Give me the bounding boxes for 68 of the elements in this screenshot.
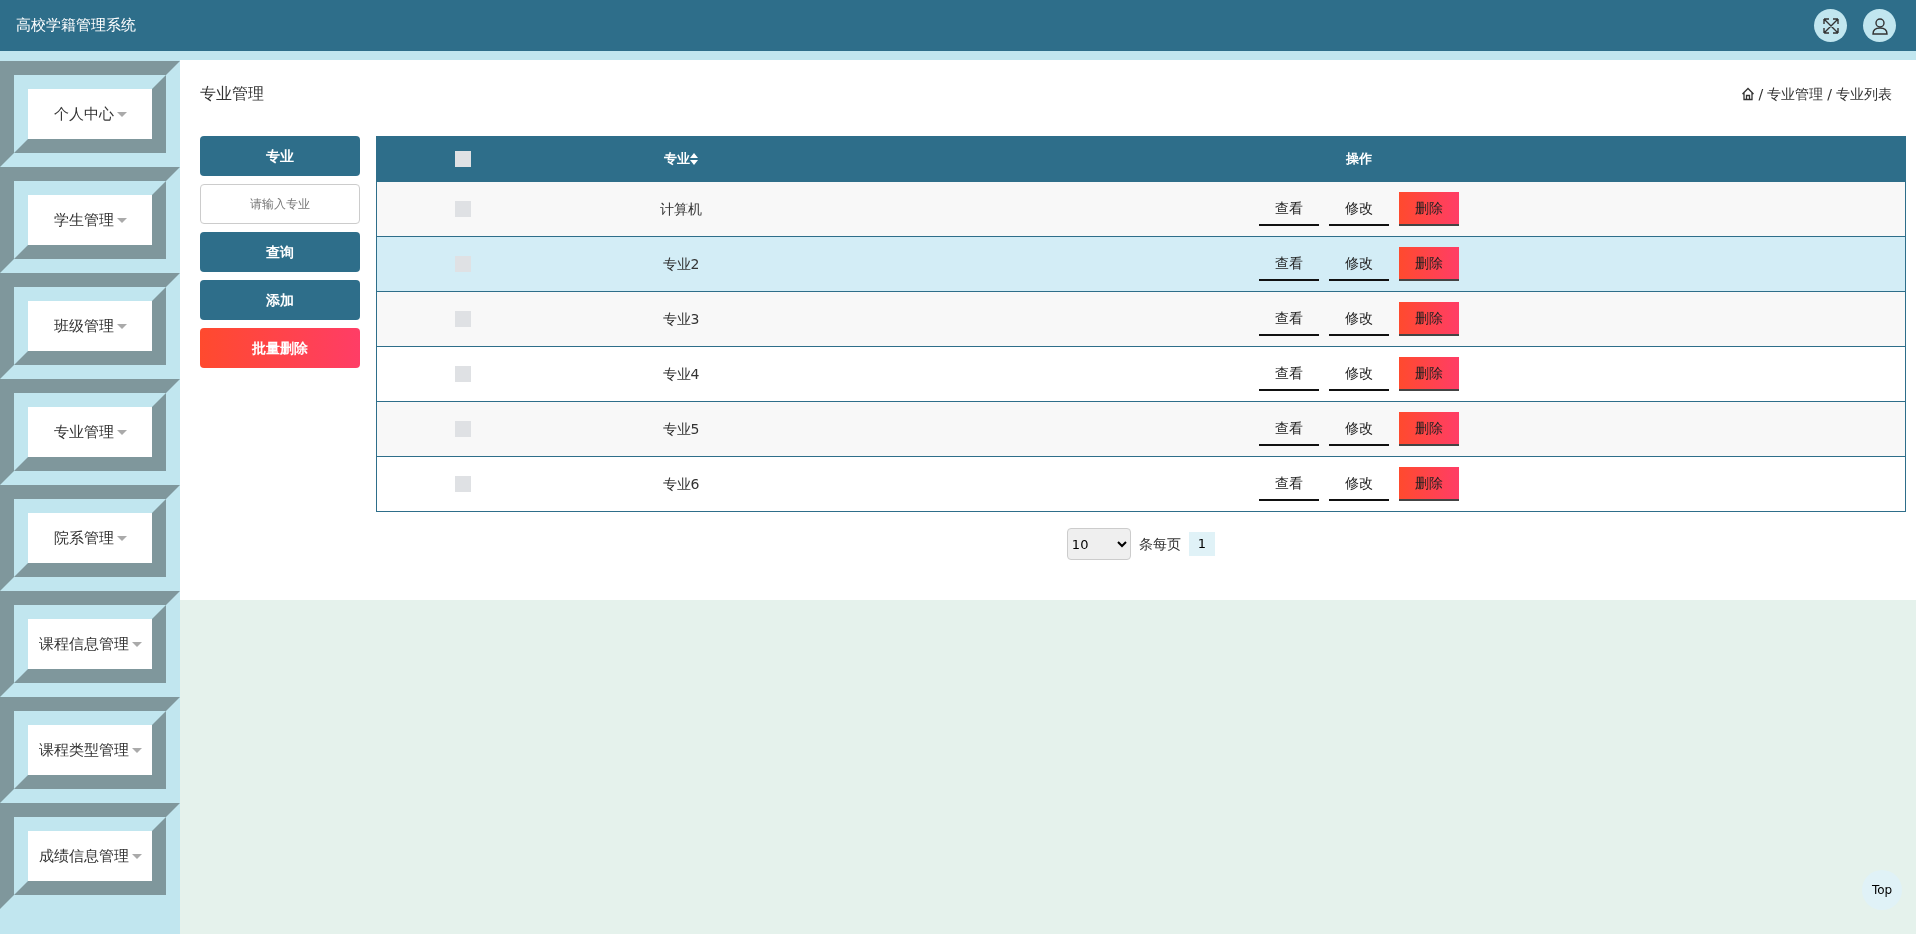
delete-button[interactable]: 删除 [1399,247,1459,281]
search-label: 专业 [200,136,360,176]
select-all-checkbox[interactable] [455,151,471,167]
row-checkbox[interactable] [455,476,471,492]
action-button[interactable]: 查询 [200,232,360,272]
row-action-button[interactable]: 查看 [1259,467,1319,501]
sidebar-menu-item[interactable]: 个人中心 [28,89,152,139]
row-action-button[interactable]: 修改 [1329,192,1389,226]
row-action-button[interactable]: 查看 [1259,412,1319,446]
row-action-button[interactable]: 查看 [1259,247,1319,281]
table-cell-text: 专业2 [662,254,700,274]
row-action-button[interactable]: 查看 [1259,302,1319,336]
delete-button[interactable]: 删除 [1399,412,1459,446]
sidebar-menu-item[interactable]: 课程信息管理 [28,619,152,669]
user-button[interactable] [1863,9,1896,42]
caret-icon [116,217,127,223]
row-action-button[interactable]: 修改 [1329,412,1389,446]
sidebar-menu-item[interactable]: 班级管理 [28,301,152,351]
caret-icon [116,111,127,117]
user-icon [1870,16,1889,35]
delete-button[interactable]: 删除 [1399,467,1459,501]
row-checkbox[interactable] [455,311,471,327]
row-checkbox[interactable] [455,201,471,217]
sidebar-menu-item[interactable]: 专业管理 [28,407,152,457]
page-size-select[interactable]: 10 [1066,528,1131,560]
sidebar-menu-item[interactable]: 课程类型管理 [28,725,152,775]
action-button[interactable]: 添加 [200,280,360,320]
app-title: 高校学籍管理系统 [16,15,136,37]
row-checkbox[interactable] [455,366,471,382]
fullscreen-button[interactable] [1814,9,1847,42]
row-action-button[interactable]: 修改 [1329,357,1389,391]
caret-icon [131,747,142,753]
delete-button[interactable]: 删除 [1399,357,1459,391]
delete-button[interactable]: 删除 [1399,302,1459,336]
table-cell-text: 专业5 [662,419,700,439]
table-cell-text: 专业4 [662,364,700,384]
row-action-button[interactable]: 修改 [1329,467,1389,501]
breadcrumb-link[interactable]: 专业管理 [1767,83,1824,105]
column-header[interactable]: 专业 [664,149,690,169]
table-cell-text: 计算机 [660,199,702,219]
breadcrumb-separator: / [1827,84,1832,104]
sort-icon[interactable] [690,153,698,165]
page-title: 专业管理 [200,83,264,105]
page-size-label: 条每页 [1138,534,1181,554]
caret-icon [131,853,142,859]
delete-button[interactable]: 删除 [1399,192,1459,226]
breadcrumb-separator: / [1758,84,1764,104]
breadcrumb-current: 专业列表 [1836,84,1892,104]
home-icon[interactable] [1740,87,1755,101]
sidebar-menu-item[interactable]: 院系管理 [28,513,152,563]
row-action-button[interactable]: 修改 [1329,247,1389,281]
row-action-button[interactable]: 查看 [1259,192,1319,226]
table-cell-text: 专业3 [662,309,700,329]
back-to-top-button[interactable]: Top [1862,870,1902,910]
sidebar-menu-item[interactable]: 成绩信息管理 [28,831,152,881]
caret-icon [116,429,127,435]
row-action-button[interactable]: 修改 [1329,302,1389,336]
expand-arrows-icon [1821,16,1840,35]
table-cell-text: 专业6 [662,474,700,494]
column-header: 操作 [1346,150,1372,169]
caret-icon [116,535,127,541]
page-button[interactable]: 1 [1188,532,1216,556]
search-field[interactable]: 请输入专业 [200,184,360,224]
row-action-button[interactable]: 查看 [1259,357,1319,391]
sidebar-menu-item[interactable]: 学生管理 [28,195,152,245]
caret-icon [116,323,127,329]
row-checkbox[interactable] [455,421,471,437]
caret-icon [131,641,142,647]
